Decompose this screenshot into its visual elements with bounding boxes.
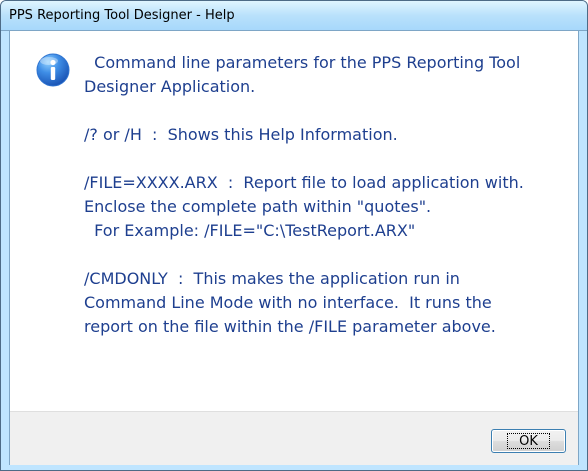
information-icon [36, 53, 70, 87]
message-line: For Example: /FILE="C:\TestReport.ARX" [84, 221, 416, 240]
ok-button-label: OK [519, 433, 538, 449]
title-bar[interactable]: PPS Reporting Tool Designer - Help [1, 1, 587, 31]
message-line: Command Line Mode with no interface. It … [84, 293, 492, 312]
message-line: /? or /H : Shows this Help Information. [84, 125, 398, 144]
message-area: Command line parameters for the PPS Repo… [10, 31, 578, 411]
message-line: Designer Application. [84, 77, 256, 96]
window-title: PPS Reporting Tool Designer - Help [9, 8, 235, 23]
message-line: /CMDONLY : This makes the application ru… [84, 269, 460, 288]
ok-button[interactable]: OK [491, 429, 566, 453]
message-line: Enclose the complete path within "quotes… [84, 197, 432, 216]
message-line: /FILE=XXXX.ARX : Report file to load app… [84, 173, 524, 192]
help-dialog-window: PPS Reporting Tool Designer - Help Comma… [0, 0, 588, 471]
message-line: report on the file within the /FILE para… [84, 317, 496, 336]
dialog-client-area: Command line parameters for the PPS Repo… [9, 31, 579, 465]
message-line: Command line parameters for the PPS Repo… [84, 53, 521, 72]
help-message: Command line parameters for the PPS Repo… [84, 51, 574, 339]
dialog-footer: OK [10, 411, 578, 465]
